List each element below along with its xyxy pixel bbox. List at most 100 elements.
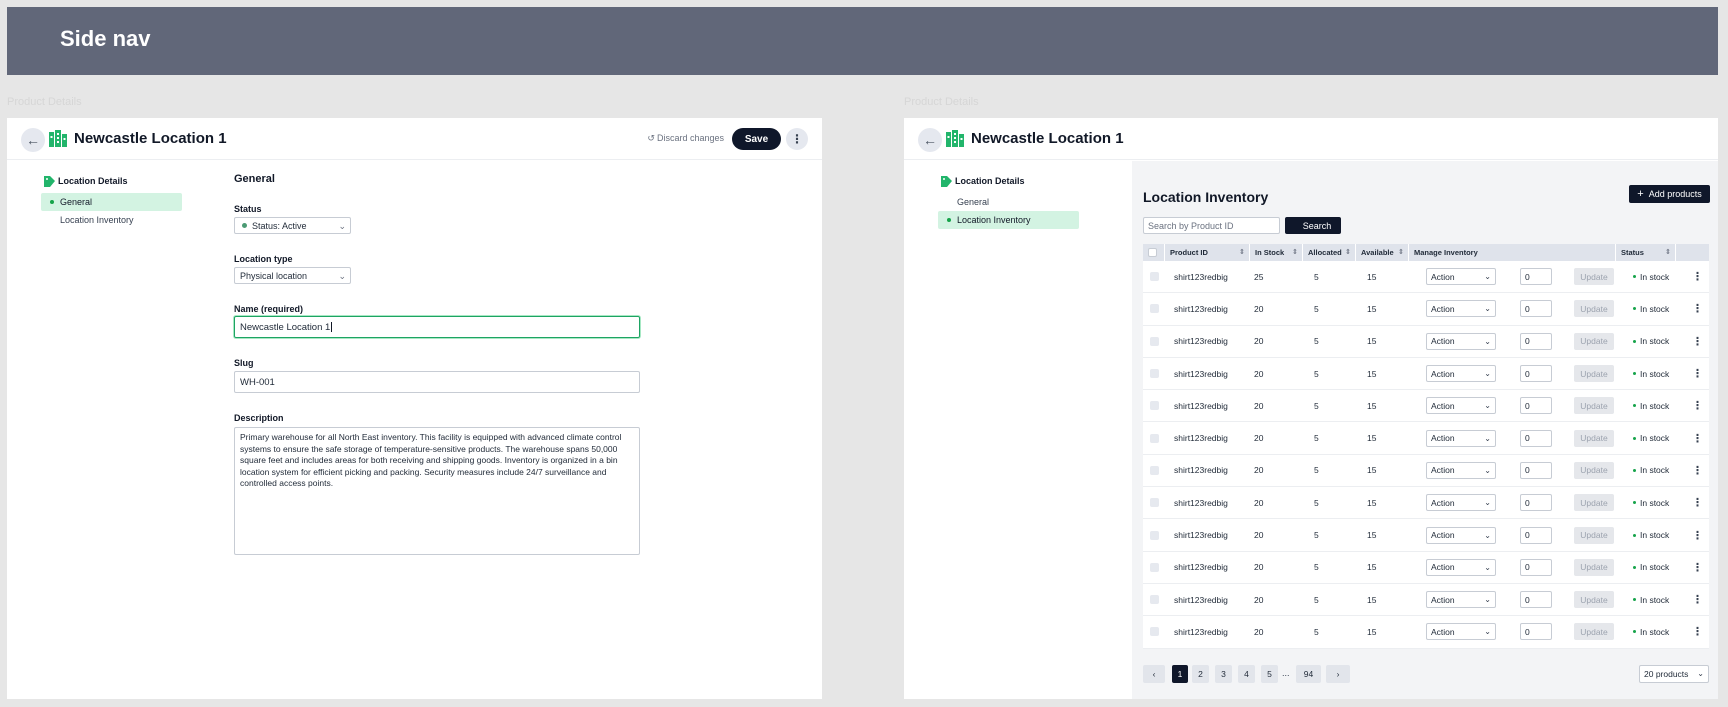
sidebar-item-location-inventory[interactable]: Location Inventory [41,211,182,229]
search-button[interactable]: Search [1285,217,1341,234]
action-select[interactable]: Action ⌄ [1426,591,1496,609]
kebab-icon[interactable]: ⋮ [1692,496,1703,509]
row-checkbox[interactable] [1150,304,1159,314]
quantity-input[interactable]: 0 [1520,397,1552,415]
kebab-icon[interactable]: ⋮ [1692,302,1703,315]
update-button[interactable]: Update [1574,429,1614,447]
update-button[interactable]: Update [1574,300,1614,318]
available-cell: 15 [1367,433,1377,444]
update-cell: Update [1574,552,1614,583]
update-button[interactable]: Update [1574,397,1614,415]
save-button[interactable]: Save [732,128,781,150]
quantity-input[interactable]: 0 [1520,365,1552,383]
action-select[interactable]: Action ⌄ [1426,332,1496,350]
quantity-input[interactable]: 0 [1520,526,1552,544]
back-button[interactable]: ← [21,128,45,152]
table-header: Product ID ⇕ In Stock ⇕ Allocated ⇕ Availab… [1143,244,1709,261]
add-products-button[interactable]: + Add products [1629,185,1710,203]
quantity-input[interactable]: 0 [1520,332,1552,350]
next-page-button[interactable]: › [1326,665,1350,683]
more-options-button[interactable]: ⋮ [786,128,808,150]
update-button[interactable]: Update [1574,526,1614,544]
quantity-input[interactable]: 0 [1520,461,1552,479]
row-checkbox[interactable] [1150,627,1159,637]
kebab-icon[interactable]: ⋮ [1692,399,1703,412]
name-input[interactable]: Newcastle Location 1 [234,316,640,338]
kebab-icon[interactable]: ⋮ [1692,561,1703,574]
update-button[interactable]: Update [1574,494,1614,512]
quantity-input[interactable]: 0 [1520,494,1552,512]
column-allocated[interactable]: Allocated ⇕ [1303,244,1356,261]
kebab-icon[interactable]: ⋮ [1692,270,1703,283]
row-checkbox[interactable] [1150,369,1159,379]
status-select[interactable]: Status: Active ⌄ [234,217,351,234]
action-select[interactable]: Action ⌄ [1426,623,1496,641]
location-type-select[interactable]: Physical location ⌄ [234,267,351,284]
kebab-icon[interactable]: ⋮ [1692,367,1703,380]
page-button-last[interactable]: 94 [1296,665,1321,683]
back-button[interactable]: ← [918,128,942,152]
inventory-panel: ← Newcastle Location 1 Location Details … [904,118,1718,699]
sidebar-item-general[interactable]: General [938,193,1079,211]
action-select[interactable]: Action ⌄ [1426,300,1496,318]
prev-page-button[interactable]: ‹ [1143,665,1165,683]
quantity-input[interactable]: 0 [1520,300,1552,318]
row-checkbox-cell [1150,390,1159,421]
column-status[interactable]: Status ⇕ [1616,244,1676,261]
row-checkbox[interactable] [1150,401,1159,411]
row-checkbox[interactable] [1150,272,1159,282]
slug-input[interactable]: WH-001 [234,371,640,393]
action-select[interactable]: Action ⌄ [1426,461,1496,479]
page-button-5[interactable]: 5 [1261,665,1278,683]
quantity-input[interactable]: 0 [1520,429,1552,447]
page-button-4[interactable]: 4 [1238,665,1255,683]
page-button-3[interactable]: 3 [1215,665,1232,683]
update-button[interactable]: Update [1574,332,1614,350]
quantity-input[interactable]: 0 [1520,623,1552,641]
row-checkbox[interactable] [1150,336,1159,346]
update-button[interactable]: Update [1574,365,1614,383]
sidebar-item-location-inventory[interactable]: Location Inventory [938,211,1079,229]
action-select[interactable]: Action ⌄ [1426,429,1496,447]
column-product-id[interactable]: Product ID ⇕ [1165,244,1250,261]
banner-title: Side nav [60,26,151,51]
update-button[interactable]: Update [1574,623,1614,641]
general-panel: ← Newcastle Location 1 ↺ Discard changes … [7,118,822,699]
update-button[interactable]: Update [1574,558,1614,576]
update-button[interactable]: Update [1574,268,1614,286]
kebab-icon[interactable]: ⋮ [1692,432,1703,445]
sidebar-item-general[interactable]: General [41,193,182,211]
action-select[interactable]: Action ⌄ [1426,526,1496,544]
row-checkbox-cell [1150,616,1159,647]
search-input[interactable]: Search by Product ID [1143,217,1280,234]
action-select[interactable]: Action ⌄ [1426,558,1496,576]
kebab-icon[interactable]: ⋮ [1692,464,1703,477]
quantity-input[interactable]: 0 [1520,558,1552,576]
kebab-icon[interactable]: ⋮ [1692,529,1703,542]
action-select[interactable]: Action ⌄ [1426,397,1496,415]
action-select[interactable]: Action ⌄ [1426,494,1496,512]
update-button[interactable]: Update [1574,461,1614,479]
page-button-2[interactable]: 2 [1192,665,1209,683]
kebab-icon[interactable]: ⋮ [1692,625,1703,638]
column-in-stock[interactable]: In Stock ⇕ [1250,244,1303,261]
discard-changes-button[interactable]: ↺ Discard changes [647,133,724,144]
row-checkbox[interactable] [1150,498,1159,508]
column-available[interactable]: Available ⇕ [1356,244,1409,261]
row-checkbox[interactable] [1150,562,1159,572]
description-textarea[interactable]: Primary warehouse for all North East inv… [234,427,640,555]
kebab-icon[interactable]: ⋮ [1692,593,1703,606]
kebab-icon[interactable]: ⋮ [1692,335,1703,348]
row-checkbox[interactable] [1150,433,1159,443]
action-select[interactable]: Action ⌄ [1426,268,1496,286]
select-all-checkbox[interactable] [1148,248,1157,257]
page-button-1[interactable]: 1 [1172,665,1188,683]
per-page-select[interactable]: 20 products ⌄ [1639,665,1709,683]
action-select[interactable]: Action ⌄ [1426,365,1496,383]
quantity-input[interactable]: 0 [1520,268,1552,286]
row-checkbox[interactable] [1150,595,1159,605]
row-checkbox[interactable] [1150,465,1159,475]
row-checkbox[interactable] [1150,530,1159,540]
update-button[interactable]: Update [1574,591,1614,609]
quantity-input[interactable]: 0 [1520,591,1552,609]
